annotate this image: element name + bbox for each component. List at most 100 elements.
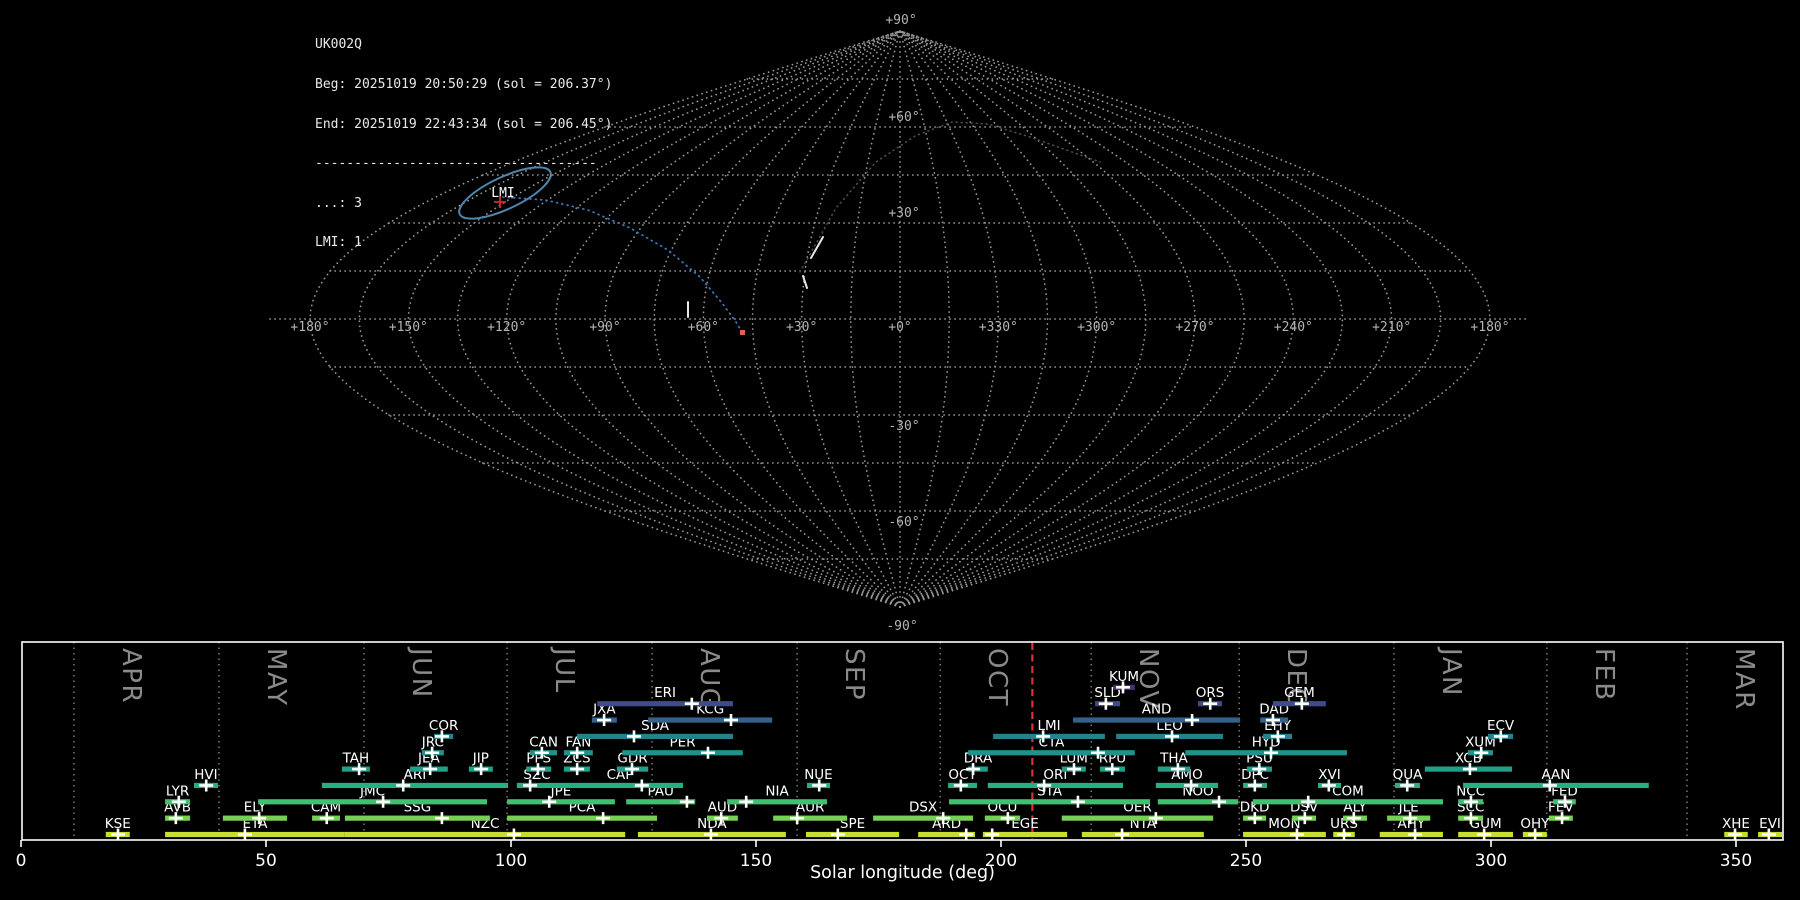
shower-peak-NOO [1212, 795, 1227, 808]
shower-label-COR: COR [429, 718, 458, 734]
shower-peak-PCA [596, 812, 611, 825]
shower-bar-AND [1073, 717, 1241, 723]
shower-bar-ARI [321, 782, 509, 789]
shower-bar-ERI [597, 701, 733, 707]
shower-bar-JPE [507, 799, 615, 805]
shower-label-QUA: QUA [1393, 767, 1424, 783]
longitude-label: +0° [888, 320, 911, 335]
month-label-MAY: MAY [261, 648, 291, 707]
month-label-SEP: SEP [839, 648, 869, 701]
shower-peak-SSG [434, 812, 449, 825]
shower-bar-NTA [1081, 831, 1204, 838]
end-time: End: 20251019 22:43:34 (sol = 206.45°) [315, 116, 613, 132]
shower-label-LYR: LYR [166, 783, 189, 799]
longitude-label: +150° [389, 320, 428, 335]
app-window: +90° -90° +60° +30° -30° -60° +180° +150° +120° +… [0, 0, 1800, 900]
shower-peak-SDA [626, 730, 641, 743]
pole-label: +90° [885, 13, 916, 28]
month-label-OCT: OCT [982, 648, 1012, 707]
sporadic-count: ...: 3 [315, 195, 362, 211]
meteor-trail [810, 236, 824, 259]
longitude-label: +240° [1274, 320, 1313, 335]
shower-label-XVI: XVI [1318, 767, 1340, 783]
latitude-label: +30° [888, 206, 919, 221]
shower-bar-ORI [987, 782, 1124, 789]
grid-meridian [899, 30, 1246, 608]
separator-line: ------------------------------------ [315, 156, 597, 172]
shower-bar-DSX [873, 815, 974, 821]
shower-bar-NOO [1157, 799, 1239, 805]
shower-bar-STA [949, 799, 1150, 805]
shower-label-ECV: ECV [1487, 718, 1515, 734]
meteor-plot-canvas: +90° -90° +60° +30° -30° -60° +180° +150° +120° +… [16, 13, 1784, 883]
x-tick-label: 300 [1475, 851, 1507, 871]
x-tick-label: 50 [255, 851, 277, 871]
x-tick-label: 100 [495, 851, 527, 871]
month-label-JUL: JUL [549, 646, 579, 694]
drift-end-dot [740, 330, 745, 335]
shower-label-CAN: CAN [529, 734, 558, 750]
x-axis-title: Solar longitude (deg) [810, 863, 995, 883]
shower-label-NUE: NUE [804, 767, 833, 783]
shower-label-XHE: XHE [1722, 816, 1750, 832]
lmi-count: LMI: 1 [315, 235, 362, 251]
shower-peak-NZC [506, 828, 521, 841]
x-tick-label: 350 [1720, 851, 1752, 871]
begin-time: Beg: 20251019 20:50:29 (sol = 206.37°) [315, 77, 613, 93]
x-tick-label: 250 [1230, 851, 1262, 871]
longitude-label: +60° [688, 320, 719, 335]
shower-label-KSE: KSE [105, 816, 131, 832]
month-label-JUN: JUN [406, 646, 436, 699]
longitude-label: +120° [487, 320, 526, 335]
shower-bar-PER [622, 750, 743, 756]
shower-bar-OER [1061, 815, 1214, 821]
shower-bar-COM [1252, 799, 1443, 805]
shower-bar-KCG [648, 717, 773, 723]
shower-peak-NTA [1115, 828, 1130, 841]
x-tick-label: 0 [16, 851, 27, 871]
shower-label-THA: THA [1159, 751, 1188, 767]
longitude-label: +30° [786, 320, 817, 335]
longitude-label: +180° [1470, 320, 1509, 335]
longitude-label: +210° [1372, 320, 1411, 335]
shower-peak-AND [1185, 714, 1200, 727]
shower-peak-EGE [985, 828, 1000, 841]
shower-bar-NZC [344, 831, 626, 838]
station-id: UK002Q [315, 37, 362, 53]
shower-peak-STA [1070, 795, 1085, 808]
shower-bar-PCA [507, 815, 658, 821]
month-label-FEB: FEB [1589, 648, 1619, 702]
shower-label-EVI: EVI [1759, 816, 1781, 832]
latitude-label: +60° [888, 110, 919, 125]
shower-bar-MON [1243, 831, 1326, 838]
longitude-label: +270° [1175, 320, 1214, 335]
shower-bar-CAP [557, 782, 683, 789]
shower-bar-SDA [577, 733, 733, 739]
faint-track [799, 121, 1101, 273]
longitude-label: +330° [979, 320, 1018, 335]
grid-meridian [899, 30, 1147, 608]
latitude-label: -30° [888, 419, 919, 434]
shower-bar-JMC [258, 799, 487, 805]
shower-label-LMI: LMI [1037, 718, 1060, 734]
shower-label-NIA: NIA [765, 783, 789, 799]
month-label-APR: APR [116, 648, 146, 704]
longitude-label: +180° [290, 320, 329, 335]
shower-label-ERI: ERI [654, 685, 676, 701]
observation-info-panel: UK002Q Beg: 20251019 20:50:29 (sol = 206… [315, 12, 612, 276]
shower-label-HVI: HVI [194, 767, 217, 783]
shower-bar-SSG [344, 815, 490, 821]
shower-peak-ARD [959, 828, 974, 841]
shower-bar-CTA [968, 750, 1135, 756]
shower-peak-PAU [679, 795, 694, 808]
month-label-JAN: JAN [1436, 646, 1466, 697]
shower-label-AND: AND [1142, 702, 1172, 718]
longitude-label: +90° [589, 320, 620, 335]
longitude-label: +300° [1077, 320, 1116, 335]
shower-peak-PER [700, 746, 715, 759]
x-tick-label: 150 [740, 851, 772, 871]
shower-label-OHY: OHY [1520, 816, 1550, 832]
month-label-AUG: AUG [694, 648, 724, 709]
shower-bar-AUR [773, 815, 848, 821]
shower-bar-ETA [165, 831, 345, 838]
